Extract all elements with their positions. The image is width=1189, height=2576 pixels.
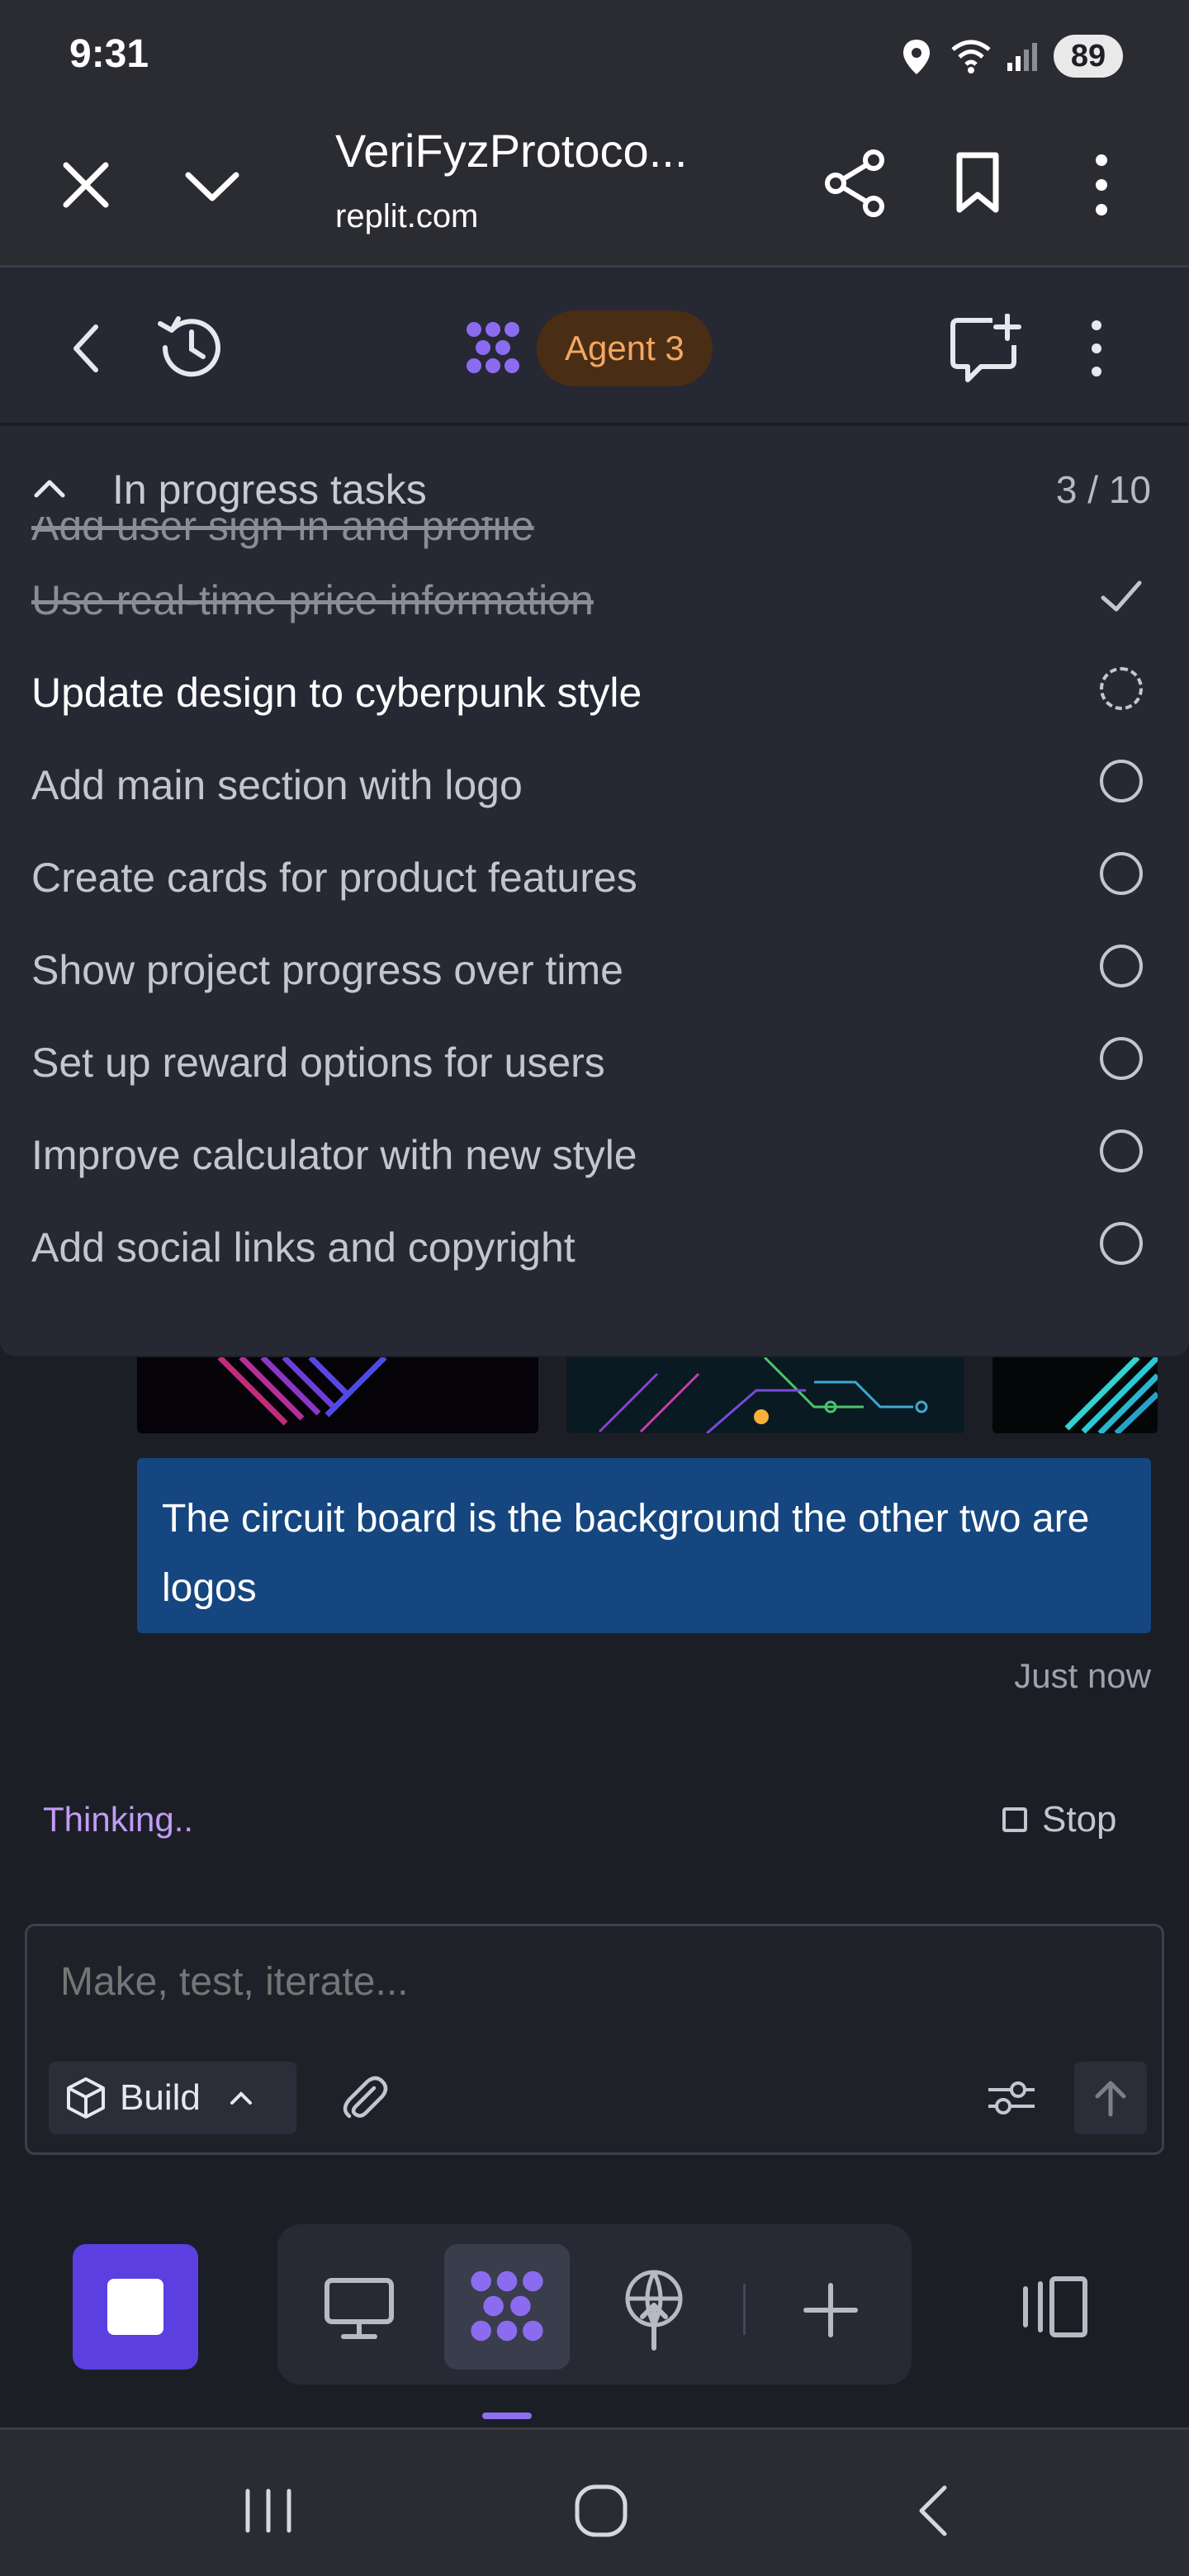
system-nav-bar bbox=[0, 2427, 1189, 2576]
prompt-input[interactable] bbox=[60, 1959, 1134, 2005]
page-title[interactable]: VeriFyzProtoco... bbox=[335, 124, 687, 178]
app-header: Agent 3 bbox=[0, 268, 1189, 423]
chevron-up-icon bbox=[230, 2091, 252, 2105]
chevron-down-icon[interactable] bbox=[183, 168, 241, 205]
chevron-up-icon[interactable] bbox=[33, 477, 66, 499]
attached-image-circuit-board[interactable] bbox=[566, 1357, 964, 1433]
settings-sliders-icon[interactable] bbox=[985, 2078, 1038, 2118]
task-label: Add social links and copyright bbox=[31, 1224, 576, 1271]
stop-run-button[interactable] bbox=[73, 2244, 198, 2370]
pending-circle-icon bbox=[1097, 1126, 1146, 1176]
user-message: The circuit board is the background the … bbox=[137, 1458, 1151, 1633]
pending-circle-icon bbox=[1097, 941, 1146, 991]
agent-badge[interactable]: Agent 3 bbox=[537, 310, 713, 386]
task-item[interactable]: Improve calculator with new style bbox=[0, 1105, 1189, 1197]
task-label: Show project progress over time bbox=[31, 947, 623, 993]
in-progress-circle-icon bbox=[1097, 664, 1146, 713]
replit-agent-logo-icon bbox=[467, 322, 519, 373]
tasks-title[interactable]: In progress tasks bbox=[112, 466, 427, 514]
wifi-icon bbox=[951, 40, 991, 73]
battery-indicator: 89 bbox=[1054, 35, 1123, 78]
mode-selector-button[interactable]: Build bbox=[49, 2062, 296, 2134]
recents-icon[interactable] bbox=[241, 2488, 296, 2534]
task-label: Add main section with logo bbox=[31, 762, 523, 808]
preview-monitor-icon[interactable] bbox=[322, 2275, 396, 2342]
agent-logo-icon bbox=[471, 2271, 543, 2342]
thinking-indicator: Thinking.. bbox=[43, 1800, 194, 1839]
composer: Build bbox=[25, 1924, 1164, 2155]
message-timestamp: Just now bbox=[1014, 1656, 1151, 1695]
panel-layout-icon[interactable] bbox=[1019, 2274, 1090, 2340]
share-icon[interactable] bbox=[822, 149, 888, 218]
pending-circle-icon bbox=[1097, 1034, 1146, 1083]
task-item[interactable]: Set up reward options for users bbox=[0, 1012, 1189, 1105]
back-icon[interactable] bbox=[69, 322, 102, 375]
new-chat-icon[interactable] bbox=[950, 314, 1026, 383]
signal-icon bbox=[1007, 43, 1037, 71]
stop-button[interactable]: Stop bbox=[1002, 1797, 1117, 1843]
history-icon[interactable] bbox=[154, 312, 225, 383]
task-label: Update design to cyberpunk style bbox=[31, 670, 642, 716]
task-label: Use real-time price information bbox=[31, 577, 594, 623]
attached-image-logo-2[interactable] bbox=[992, 1357, 1158, 1433]
task-item[interactable]: Update design to cyberpunk style bbox=[0, 642, 1189, 735]
task-item[interactable]: Create cards for product features bbox=[0, 827, 1189, 920]
home-indicator bbox=[482, 2413, 532, 2419]
attached-image-logo-1[interactable] bbox=[137, 1357, 538, 1433]
browser-bar: VeriFyzProtoco... replit.com bbox=[0, 116, 1189, 268]
toolbar-divider bbox=[743, 2284, 746, 2335]
stop-square-icon bbox=[107, 2279, 163, 2335]
stop-icon bbox=[1002, 1807, 1027, 1832]
pending-circle-icon bbox=[1097, 1219, 1146, 1268]
paperclip-icon[interactable] bbox=[341, 2073, 389, 2123]
pending-circle-icon bbox=[1097, 756, 1146, 806]
agent-tab[interactable] bbox=[444, 2244, 570, 2370]
send-button[interactable] bbox=[1074, 2062, 1147, 2134]
bookmark-icon[interactable] bbox=[953, 152, 1002, 215]
back-icon[interactable] bbox=[915, 2484, 951, 2537]
task-item[interactable]: Use real-time price information bbox=[0, 550, 1189, 642]
more-vertical-icon[interactable] bbox=[1092, 152, 1111, 218]
page-url[interactable]: replit.com bbox=[335, 198, 478, 235]
tasks-panel: In progress tasks 3 / 10 Add user sign-i… bbox=[0, 426, 1189, 1356]
task-item[interactable]: Show project progress over time bbox=[0, 920, 1189, 1012]
pending-circle-icon bbox=[1097, 849, 1146, 898]
task-item-partial: Add user sign-in and profile bbox=[0, 517, 1189, 550]
stop-label: Stop bbox=[1042, 1799, 1117, 1840]
cube-icon bbox=[67, 2077, 105, 2119]
home-icon[interactable] bbox=[573, 2483, 629, 2539]
task-label: Set up reward options for users bbox=[31, 1039, 605, 1086]
add-tab-icon[interactable] bbox=[803, 2282, 859, 2338]
tasks-count: 3 / 10 bbox=[1055, 468, 1151, 511]
task-label: Improve calculator with new style bbox=[31, 1132, 637, 1178]
mode-label: Build bbox=[120, 2077, 201, 2118]
checkmark-icon bbox=[1101, 580, 1142, 612]
deploy-icon[interactable] bbox=[621, 2266, 687, 2351]
more-vertical-icon[interactable] bbox=[1087, 317, 1106, 380]
location-icon bbox=[903, 40, 930, 74]
close-icon[interactable] bbox=[61, 160, 111, 210]
status-bar: 9:31 89 bbox=[0, 0, 1189, 116]
status-time: 9:31 bbox=[69, 32, 149, 76]
arrow-up-icon bbox=[1095, 2081, 1126, 2117]
task-item[interactable]: Add social links and copyright bbox=[0, 1197, 1189, 1290]
task-label: Add user sign-in and profile bbox=[31, 517, 534, 549]
task-item[interactable]: Add main section with logo bbox=[0, 735, 1189, 827]
task-label: Create cards for product features bbox=[31, 855, 637, 901]
